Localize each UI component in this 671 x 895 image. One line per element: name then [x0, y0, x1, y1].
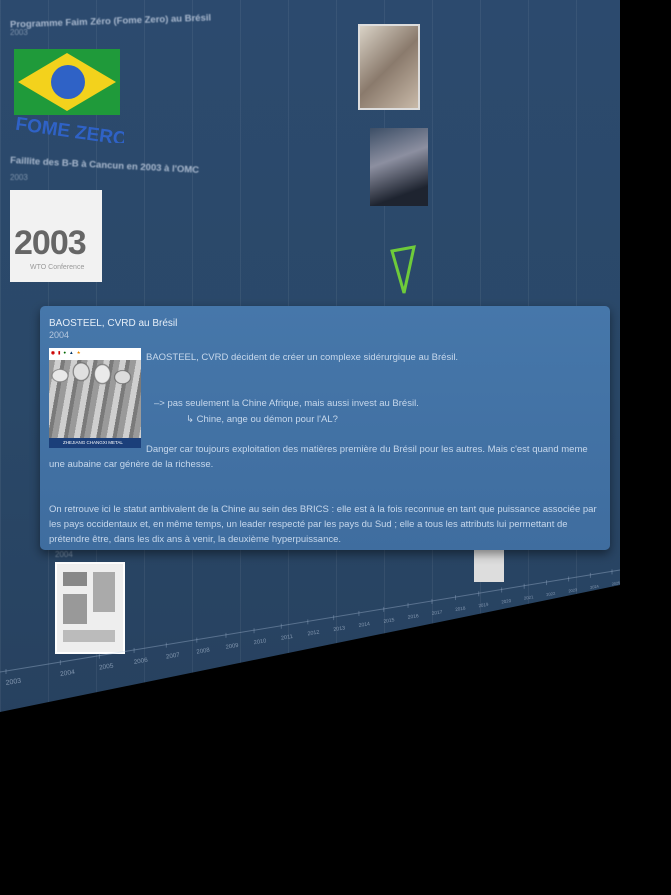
green-logo-thumbnail[interactable] [388, 245, 418, 295]
popup-line-4-text: Danger car toujours exploitation des mat… [49, 444, 588, 471]
pipes-photo [49, 360, 141, 438]
fome-zero-logo-text: FOME ZERO [14, 114, 124, 143]
company-logos-strip: ◉ ▮ ● ▲ ★ [49, 348, 141, 360]
event-photo-thumbnail[interactable] [358, 24, 420, 110]
bg-event-year: 2003 [10, 28, 28, 37]
popup-line-4: Danger car toujours exploitation des mat… [49, 442, 597, 472]
fome-zero-logo: FOME ZERO [14, 49, 124, 143]
thumb-year: 2003 [14, 224, 87, 262]
event-thumbnail-small[interactable] [474, 548, 504, 582]
wto-2003-thumbnail[interactable]: 2003 WTO Conference [10, 190, 102, 282]
document-thumbnail[interactable] [55, 562, 125, 654]
popup-line-1: BAOSTEEL, CVRD décident de créer un comp… [146, 352, 459, 363]
popup-line-2: –> pas seulement la Chine Afrique, mais … [154, 398, 419, 409]
steel-pipes-image[interactable]: ◉▮●▲★ ZHEJIANG CHANGXI METAL PRODUCTS CO… [49, 348, 141, 448]
popup-title: BAOSTEEL, CVRD au Brésil [49, 318, 178, 329]
bg-event-year-2004: 2004 [55, 550, 73, 559]
popup-year: 2004 [49, 330, 70, 340]
bg-event-year-2003: 2003 [10, 173, 28, 182]
event-detail-popup[interactable]: BAOSTEEL, CVRD au Brésil 2004 ◉ ▮ ● ▲ ★ ZHEJ… [40, 306, 610, 550]
event-photo-thumbnail[interactable] [370, 128, 428, 206]
popup-line-5: On retrouve ici le statut ambivalent de … [49, 504, 597, 546]
popup-line-3: ↳ Chine, ange ou démon pour l'AL? [186, 414, 338, 425]
thumb-subtitle: WTO Conference [30, 264, 85, 271]
